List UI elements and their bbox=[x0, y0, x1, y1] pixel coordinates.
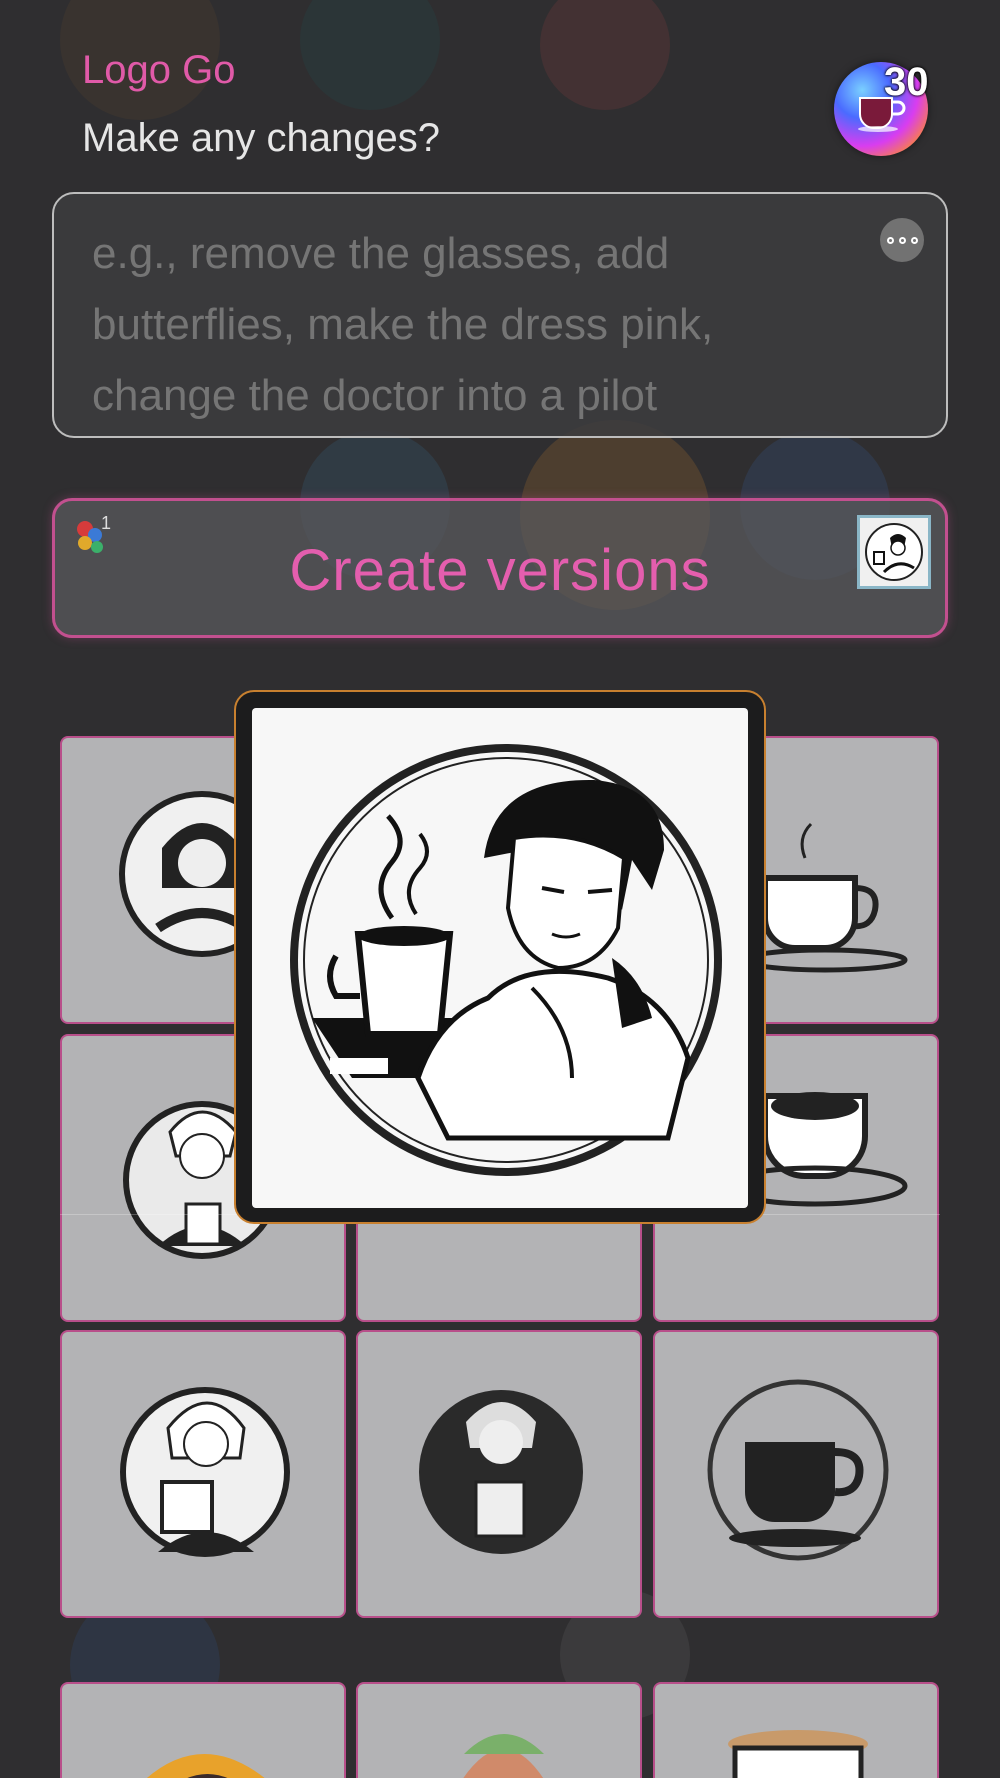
create-versions-label: Create versions bbox=[289, 538, 711, 603]
anime-girl-frappe-logo-icon bbox=[120, 1387, 290, 1557]
design-tile[interactable] bbox=[60, 1330, 346, 1618]
create-versions-button[interactable]: 1 Create versions bbox=[52, 498, 948, 638]
coffee-cup-circle-logo-icon bbox=[707, 1379, 889, 1561]
partial-logo-icon bbox=[147, 1754, 265, 1778]
page-subtitle: Make any changes? bbox=[82, 116, 441, 160]
design-tile[interactable] bbox=[653, 1330, 939, 1618]
prompt-input[interactable] bbox=[92, 218, 832, 431]
design-tile[interactable] bbox=[653, 1682, 939, 1778]
design-tile[interactable] bbox=[356, 1682, 642, 1778]
partial-latte-logo-icon bbox=[728, 1730, 868, 1778]
mix-count: 1 bbox=[101, 513, 112, 533]
background-collage bbox=[300, 0, 440, 110]
prompt-field[interactable] bbox=[52, 192, 948, 438]
background-collage bbox=[540, 0, 670, 110]
reference-thumbnail[interactable] bbox=[857, 515, 931, 589]
anime-boy-coffee-logo-icon bbox=[290, 744, 722, 1176]
selected-design-preview[interactable] bbox=[234, 690, 766, 1224]
app-title: Logo Go bbox=[82, 48, 236, 92]
design-tile[interactable] bbox=[356, 1330, 642, 1618]
anime-boy-drink-logo-icon bbox=[419, 1390, 583, 1554]
design-tile[interactable] bbox=[60, 1682, 346, 1778]
credits-count: 30 bbox=[884, 60, 929, 104]
preview-image bbox=[252, 708, 748, 1208]
partial-anime-logo-icon bbox=[463, 1734, 544, 1778]
ellipsis-icon[interactable] bbox=[880, 218, 924, 262]
